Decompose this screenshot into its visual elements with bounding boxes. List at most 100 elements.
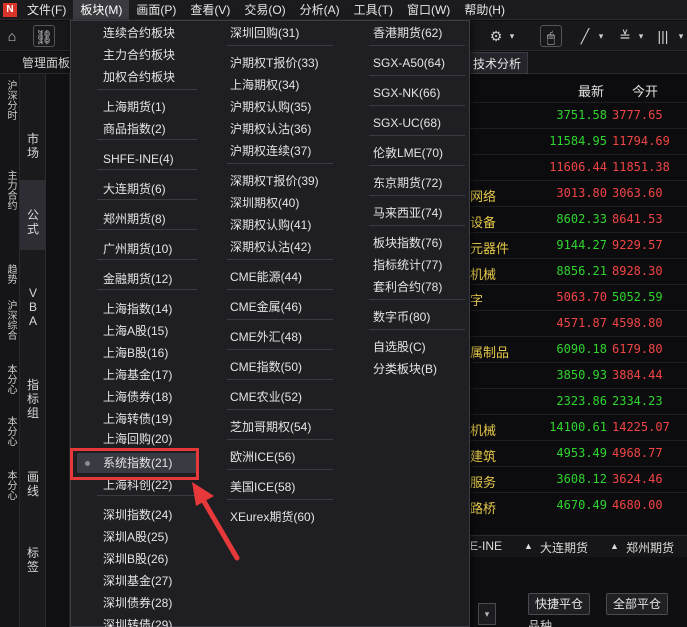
table-row[interactable]: 服务 3608.12 3624.46 xyxy=(470,466,687,492)
menu-col2-item[interactable]: 上海期权(34) xyxy=(230,75,299,95)
select-chevron-icon[interactable]: ▾ xyxy=(478,603,496,625)
tab-management-panel[interactable]: 管理面板 xyxy=(22,52,70,74)
menu-col1-item[interactable]: 深圳A股(25) xyxy=(103,527,168,547)
close-all-button[interactable]: 全部平仓 xyxy=(606,593,669,615)
menu-col2-item[interactable]: XEurex期货(60) xyxy=(230,507,315,527)
side-tab-formula[interactable]: 公式 xyxy=(20,180,46,250)
strip-item[interactable]: 沪深综合 xyxy=(2,300,18,340)
mouse-icon[interactable]: 🖱 xyxy=(540,25,562,47)
strip-item[interactable]: 沪深分时 xyxy=(2,80,18,120)
side-tab-vba[interactable]: VBA xyxy=(20,286,46,328)
menu-view[interactable]: 查看(V) xyxy=(183,0,237,20)
menu-col2-item[interactable]: 沪期权连续(37) xyxy=(230,141,311,161)
header-latest[interactable]: 最新 xyxy=(578,81,604,100)
menu-col3-item[interactable]: 自选股(C) xyxy=(373,337,426,357)
table-row[interactable]: 属制品 6090.18 6179.80 xyxy=(470,336,687,362)
menu-col2-item[interactable]: CME能源(44) xyxy=(230,267,302,287)
menu-col1-item[interactable]: 大连期货(6) xyxy=(103,179,166,199)
table-row[interactable]: 元器件 9144.27 9229.57 xyxy=(470,232,687,258)
menu-analysis[interactable]: 分析(A) xyxy=(293,0,347,20)
menu-col1-item[interactable]: 上海基金(17) xyxy=(103,365,172,385)
menu-col1-item[interactable]: 广州期货(10) xyxy=(103,239,172,259)
table-row[interactable]: 11606.44 11851.38 xyxy=(470,154,687,180)
menu-col2-item[interactable]: 深期权认购(41) xyxy=(230,215,311,235)
menu-col1-item[interactable]: 商品指数(2) xyxy=(103,119,166,139)
menu-col3-item[interactable]: 伦敦LME(70) xyxy=(373,143,443,163)
market-tab[interactable]: E-INE xyxy=(470,539,502,553)
menu-file[interactable]: 文件(F) xyxy=(20,0,73,20)
table-row[interactable]: 4571.87 4598.80 xyxy=(470,310,687,336)
menu-col1-item[interactable]: 郑州期货(8) xyxy=(103,209,166,229)
gear-icon[interactable]: ⚙ xyxy=(487,25,505,47)
menu-col1-item[interactable]: 主力合约板块 xyxy=(103,45,175,65)
side-tab-market[interactable]: 市场 xyxy=(20,132,46,160)
menu-help[interactable]: 帮助(H) xyxy=(457,0,512,20)
menu-col3-item[interactable]: 板块指数(76) xyxy=(373,233,442,253)
table-row[interactable]: 建筑 4953.49 4968.77 xyxy=(470,440,687,466)
menu-tools[interactable]: 工具(T) xyxy=(347,0,400,20)
menu-col1-item[interactable]: 上海A股(15) xyxy=(103,321,168,341)
menu-col1-item[interactable]: 上海回购(20) xyxy=(103,429,172,449)
line-draw-icon[interactable]: ╱ xyxy=(574,25,596,47)
table-row[interactable]: 字 5063.70 5052.59 xyxy=(470,284,687,310)
menu-col1-item[interactable]: 深圳B股(26) xyxy=(103,549,168,569)
menu-col1-item[interactable]: 金融期货(12) xyxy=(103,269,172,289)
menu-col1-item[interactable]: 上海B股(16) xyxy=(103,343,168,363)
strip-item[interactable]: 趋势 xyxy=(2,264,18,284)
chevron-down-icon[interactable]: ▾ xyxy=(507,25,517,47)
menu-col2-item[interactable]: CME农业(52) xyxy=(230,387,302,407)
menu-col2-item[interactable]: 芝加哥期权(54) xyxy=(230,417,311,437)
menu-col3-item[interactable]: 东京期货(72) xyxy=(373,173,442,193)
menu-col1-item[interactable]: 深圳基金(27) xyxy=(103,571,172,591)
menu-col2-item[interactable]: 欧洲ICE(56) xyxy=(230,447,295,467)
market-tab[interactable]: 大连期货 xyxy=(540,539,588,556)
menu-trade[interactable]: 交易(O) xyxy=(237,0,292,20)
menu-col3-item[interactable]: SGX-NK(66) xyxy=(373,83,440,103)
menu-col2-item[interactable]: 深期权认沽(42) xyxy=(230,237,311,257)
quick-close-button[interactable]: 快捷平仓 xyxy=(528,593,591,615)
table-row[interactable]: 3751.58 3777.65 xyxy=(470,102,687,128)
menu-col3-item[interactable]: SGX-UC(68) xyxy=(373,113,441,133)
strip-item[interactable]: 本分心 xyxy=(2,416,18,446)
menu-col2-item[interactable]: 深期权T报价(39) xyxy=(230,171,319,191)
menu-col1-item[interactable]: 加权合约板块 xyxy=(103,67,175,87)
menu-col3-item[interactable]: 香港期货(62) xyxy=(373,23,442,43)
menu-col3-item[interactable]: 套利合约(78) xyxy=(373,277,442,297)
header-open[interactable]: 今开 xyxy=(632,81,658,100)
table-row[interactable]: 3850.93 3884.44 xyxy=(470,362,687,388)
chevron-down-icon[interactable]: ▾ xyxy=(596,25,606,47)
table-row[interactable]: 2323.86 2334.23 xyxy=(470,388,687,414)
menu-col2-item[interactable]: 深圳回购(31) xyxy=(230,23,299,43)
table-row[interactable]: 路桥 4670.49 4680.00 xyxy=(470,492,687,518)
home-icon[interactable]: ⌂ xyxy=(3,25,21,47)
table-row[interactable]: 机械 8856.21 8928.30 xyxy=(470,258,687,284)
strip-item[interactable]: 主力合约 xyxy=(2,170,18,210)
menu-col2-item[interactable]: CME外汇(48) xyxy=(230,327,302,347)
menu-col2-item[interactable]: 深圳期权(40) xyxy=(230,193,299,213)
menu-col3-item[interactable]: 数字币(80) xyxy=(373,307,430,327)
side-tab-tags[interactable]: 标签 xyxy=(20,546,46,574)
bars-icon[interactable]: ||| xyxy=(652,25,674,47)
link-icon[interactable]: ⛓ xyxy=(33,25,55,47)
side-tab-indicator-group[interactable]: 指标组 xyxy=(20,378,46,420)
menu-col3-item[interactable]: 分类板块(B) xyxy=(373,359,437,379)
menu-col1-item[interactable]: 连续合约板块 xyxy=(103,23,175,43)
table-row[interactable]: 机械 14100.61 14225.07 xyxy=(470,414,687,440)
menu-col2-item[interactable]: 沪期权认购(35) xyxy=(230,97,311,117)
menu-col1-item[interactable]: 上海债券(18) xyxy=(103,387,172,407)
table-row[interactable]: 网络 3013.80 3063.60 xyxy=(470,180,687,206)
strip-item[interactable]: 本分心 xyxy=(2,364,18,394)
menu-col3-item[interactable]: 马来西亚(74) xyxy=(373,203,442,223)
chevron-down-icon[interactable]: ▾ xyxy=(636,25,646,47)
menu-col2-item[interactable]: 沪期权认沽(36) xyxy=(230,119,311,139)
market-tab[interactable]: 郑州期货 xyxy=(626,539,674,556)
table-row[interactable]: 11584.95 11794.69 xyxy=(470,128,687,154)
menu-screen[interactable]: 画面(P) xyxy=(129,0,183,20)
menu-col3-item[interactable]: 指标统计(77) xyxy=(373,255,442,275)
table-row[interactable]: 设备 8602.33 8641.53 xyxy=(470,206,687,232)
menu-sector[interactable]: 板块(M) xyxy=(73,0,130,20)
chevron-down-icon[interactable]: ▾ xyxy=(676,25,686,47)
menu-col1-item[interactable]: 深圳债券(28) xyxy=(103,593,172,613)
menu-col3-item[interactable]: SGX-A50(64) xyxy=(373,53,445,73)
menu-col2-item[interactable]: CME指数(50) xyxy=(230,357,302,377)
